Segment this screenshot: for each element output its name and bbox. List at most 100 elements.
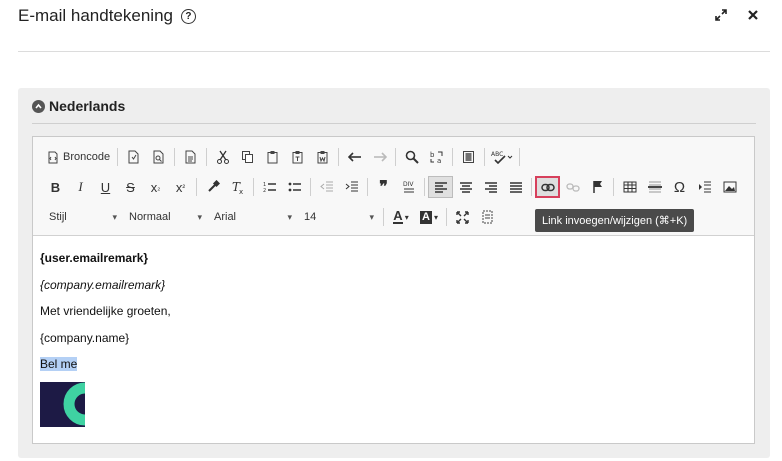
- blockquote-button[interactable]: ❞: [371, 176, 396, 198]
- source-button[interactable]: Broncode: [43, 146, 114, 168]
- style-select[interactable]: Stijl ▾: [43, 206, 123, 228]
- content-line-greeting: Met vriendelijke groeten,: [40, 304, 171, 318]
- style-select-value: Stijl: [49, 211, 67, 223]
- text-color-glyph: A: [393, 208, 403, 224]
- horizontal-line-icon[interactable]: [642, 176, 667, 198]
- special-char-button[interactable]: Ω: [667, 176, 692, 198]
- format-select-value: Normaal: [129, 211, 171, 223]
- toolbar-separator: [484, 148, 486, 166]
- text-color-button[interactable]: A ▾: [387, 206, 415, 228]
- svg-text:DIV: DIV: [403, 181, 414, 188]
- maximize-icon[interactable]: [450, 206, 475, 228]
- caret-down-icon: ▾: [369, 211, 374, 222]
- caret-down-icon: ▾: [287, 211, 292, 222]
- show-blocks-icon[interactable]: [475, 206, 500, 228]
- undo-icon[interactable]: [342, 146, 367, 168]
- toolbar-separator: [613, 178, 614, 196]
- content-line-company-remark: {company.emailremark}: [40, 277, 166, 292]
- panel-header[interactable]: Nederlands: [32, 98, 125, 114]
- toolbar-separator: [424, 178, 425, 196]
- bg-color-glyph: A: [420, 210, 432, 224]
- strikethrough-button[interactable]: S: [118, 176, 143, 198]
- bulleted-list-icon[interactable]: [282, 176, 307, 198]
- source-icon: [48, 151, 58, 163]
- anchor-flag-icon[interactable]: [585, 176, 610, 198]
- font-select[interactable]: Arial ▾: [208, 206, 298, 228]
- toolbar-row-3: Stijl ▾ Normaal ▾ Arial ▾ 14 ▾ A ▾ A ▾: [43, 206, 500, 228]
- header-divider: [18, 51, 770, 52]
- content-line-user-remark: {user.emailremark}: [40, 251, 149, 265]
- help-icon[interactable]: ?: [180, 8, 196, 24]
- save-icon[interactable]: [121, 146, 146, 168]
- subscript-mark: ₂: [157, 182, 161, 192]
- panel-title: Nederlands: [49, 98, 126, 114]
- bold-button[interactable]: B: [43, 176, 68, 198]
- subscript-button[interactable]: x₂: [143, 176, 168, 198]
- expand-icon[interactable]: [714, 8, 728, 22]
- paste-text-icon[interactable]: [285, 146, 310, 168]
- format-select[interactable]: Normaal ▾: [123, 206, 208, 228]
- copy-icon[interactable]: [235, 146, 260, 168]
- toolbar-separator: [196, 178, 197, 196]
- size-select[interactable]: 14 ▾: [298, 206, 380, 228]
- superscript-button[interactable]: x²: [168, 176, 193, 198]
- size-select-value: 14: [304, 211, 317, 223]
- select-all-icon[interactable]: [456, 146, 481, 168]
- align-justify-icon[interactable]: [503, 176, 528, 198]
- caret-down-icon: ▾: [404, 212, 409, 222]
- page-title: E-mail handtekening ?: [18, 6, 196, 26]
- paste-icon[interactable]: [260, 146, 285, 168]
- remove-format-icon[interactable]: Tx: [225, 176, 250, 198]
- panel-divider: [32, 123, 756, 124]
- new-page-icon[interactable]: [178, 146, 203, 168]
- window-controls: [714, 8, 760, 22]
- content-line-company-name: {company.name}: [40, 330, 130, 345]
- underline-button[interactable]: U: [93, 176, 118, 198]
- outdent-icon[interactable]: [314, 176, 339, 198]
- language-panel: Nederlands Broncode b a ABC B I U S x ₂ …: [18, 88, 770, 458]
- superscript-mark: ²: [182, 182, 186, 192]
- table-icon[interactable]: [617, 176, 642, 198]
- spellcheck-abc-label: ABC: [491, 151, 503, 158]
- toolbar-row-2: B I U S x₂ x² Tx 12 ❞ DIV Ω: [43, 176, 742, 198]
- page-break-icon[interactable]: [692, 176, 717, 198]
- caret-down-icon: ▾: [433, 212, 438, 222]
- caret-down-icon: ▾: [112, 211, 117, 222]
- source-label: Broncode: [63, 151, 111, 163]
- paste-word-icon[interactable]: [310, 146, 335, 168]
- align-left-icon[interactable]: [428, 176, 453, 198]
- indent-icon[interactable]: [339, 176, 364, 198]
- bg-color-button[interactable]: A ▾: [415, 206, 443, 228]
- toolbar-separator: [383, 208, 384, 226]
- font-select-value: Arial: [214, 211, 237, 223]
- unlink-icon[interactable]: [560, 176, 585, 198]
- company-logo: [40, 382, 85, 427]
- toolbar-row-1: Broncode ba ABC: [43, 146, 523, 168]
- redo-icon[interactable]: [367, 146, 392, 168]
- toolbar-separator: [446, 208, 447, 226]
- spellcheck-icon[interactable]: ABC: [488, 146, 516, 168]
- link-icon[interactable]: [535, 176, 560, 198]
- chevron-up-icon[interactable]: [32, 99, 45, 113]
- numbered-list-icon[interactable]: 12: [257, 176, 282, 198]
- align-center-icon[interactable]: [453, 176, 478, 198]
- create-div-icon[interactable]: DIV: [396, 176, 421, 198]
- preview-icon[interactable]: [146, 146, 171, 168]
- image-icon[interactable]: [717, 176, 742, 198]
- svg-text:b: b: [430, 151, 435, 159]
- copy-format-icon[interactable]: [200, 176, 225, 198]
- find-icon[interactable]: [399, 146, 424, 168]
- italic-button[interactable]: I: [68, 176, 93, 198]
- cut-icon[interactable]: [210, 146, 235, 168]
- toolbar-separator: [519, 148, 521, 166]
- toolbar-separator: [531, 178, 532, 196]
- replace-icon[interactable]: ba: [424, 146, 449, 168]
- editor-content[interactable]: {user.emailremark} {company.emailremark}…: [40, 245, 171, 378]
- close-icon[interactable]: [746, 8, 760, 22]
- toolbar-separator: [206, 148, 208, 166]
- svg-text:a: a: [437, 157, 441, 164]
- align-right-icon[interactable]: [478, 176, 503, 198]
- toolbar-separator: [367, 178, 368, 196]
- title-text: E-mail handtekening: [18, 6, 173, 25]
- content-line-call-me-link[interactable]: Bel me: [40, 357, 78, 371]
